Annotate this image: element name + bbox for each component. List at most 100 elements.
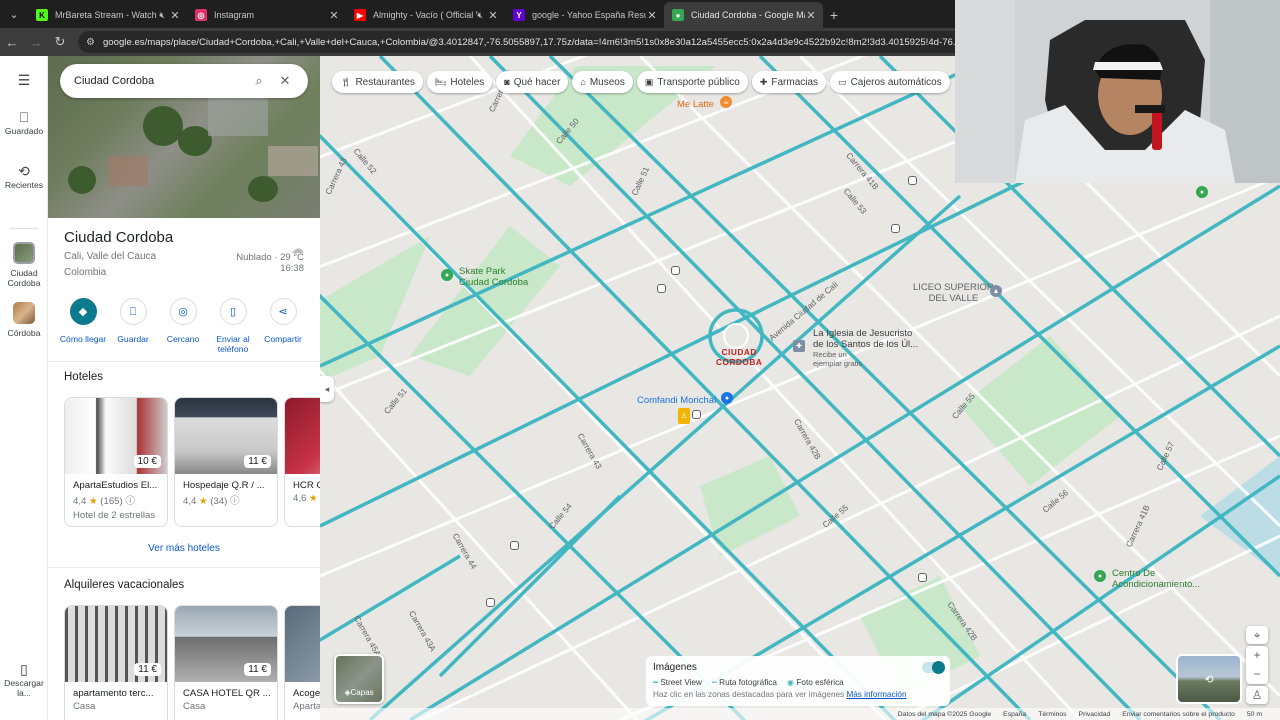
zoom-in-button[interactable]: + [1246,646,1268,665]
hotel-card[interactable]: HCR C 4,6 ★ [284,397,320,527]
share-button[interactable]: ⋖ Compartir [258,298,308,354]
recent-place-ciudad-cordoba[interactable]: Ciudad Cordoba [0,242,48,288]
region-link[interactable]: España [1003,711,1026,718]
rental-card[interactable]: 11 € CASA HOTEL QR ... Casa [174,605,278,720]
more-hotels-link[interactable]: Ver más hoteles [48,543,320,554]
place-thumbnail [13,302,35,324]
save-button[interactable]: ⎕ Guardar [108,298,158,354]
bookmark-icon: ⎕ [19,109,29,125]
tree [248,176,278,202]
action-label: Cercano [166,334,200,344]
menu-button[interactable]: ☰ [0,73,48,89]
action-label: Enviar al teléfono [216,334,250,354]
tab-instagram[interactable]: ◎ Instagram ✕ [187,2,346,28]
muted-icon[interactable]: 🔇︎ [159,10,165,21]
info-icon[interactable]: ⓘ [230,496,240,507]
new-tab-button[interactable]: + [823,2,845,28]
tab-yahoo[interactable]: Y google - Yahoo España Resultados ✕ [505,2,664,28]
reload-button[interactable]: ↻ [48,34,72,50]
rating-value: 4,4 [73,496,87,507]
park-pin-icon[interactable]: ● [441,269,453,281]
tree [178,126,212,156]
layers-button[interactable]: ◈ Capas [334,654,384,704]
hotel-card[interactable]: 11 € Hospedaje Q.R / ... 4,4 ★ (34) ⓘ [174,397,278,527]
bus-stop-icon[interactable] [510,541,519,550]
webcam-image [955,0,1280,183]
bus-stop-icon[interactable] [891,224,900,233]
rental-card[interactable]: 11 € apartamento terc... Casa [64,605,168,720]
close-icon[interactable]: ✕ [646,9,658,22]
close-icon[interactable]: ✕ [169,9,181,22]
collapse-panel-button[interactable]: ◂ [320,376,334,402]
forward-button[interactable]: → [24,35,48,50]
site-info-icon[interactable]: ⚙ [86,37,95,48]
chip-restaurants[interactable]: 🍴︎ Restaurantes [332,71,423,93]
poi-iglesia[interactable]: La Iglesia de Jesucristo de los Santos de… [813,328,918,368]
tab-google-maps[interactable]: ● Ciudad Cordoba - Google Maps ✕ [664,2,823,28]
hotel-card[interactable]: 10 € ApartaEstudios El... 4,4 ★ (165) ⓘ … [64,397,168,527]
info-icon[interactable]: ⓘ [125,496,135,507]
commerce-pin-icon[interactable]: ● [721,392,733,404]
close-icon[interactable]: ✕ [805,9,817,22]
bus-stop-icon[interactable] [671,266,680,275]
recent-place-cordoba[interactable]: Córdoba [0,302,48,338]
bus-stop-icon[interactable] [657,284,666,293]
street-view-thumbnail[interactable]: ⟲ [1176,654,1242,704]
bus-stop-icon[interactable] [908,176,917,185]
terms-link[interactable]: Términos [1038,711,1066,718]
nearby-button[interactable]: ◎ Cercano [158,298,208,354]
rental-card[interactable]: Acoge Aparta [284,605,320,720]
feedback-link[interactable]: Enviar comentarios sobre el producto [1122,711,1235,718]
action-label: Compartir [264,334,302,344]
chip-museums[interactable]: ⌂ Museos [572,71,633,93]
review-count: (34) [210,496,228,507]
poi-label[interactable]: Comfandi Morichal [637,395,716,406]
chip-atms[interactable]: ▭ Cajeros automáticos [830,71,950,93]
bus-stop-icon[interactable] [918,573,927,582]
bus-stop-icon[interactable] [692,410,701,419]
poi-centro[interactable]: Centro De Acondicionamiento... [1112,568,1200,590]
chip-hotels[interactable]: 🛏︎ Hoteles [426,71,493,93]
chip-transit[interactable]: ▣ Transporte público [636,71,748,93]
church-pin-icon[interactable]: ✚ [793,340,805,352]
back-button[interactable]: ← [0,35,24,50]
saved-button[interactable]: ⎕ Guardado [0,109,48,136]
close-icon[interactable]: ✕ [328,9,340,22]
more-info-link[interactable]: Más información [846,690,906,699]
tab-search-icon[interactable]: ⌄ [0,0,28,28]
url-field[interactable]: ⚙ google.es/maps/place/Ciudad+Cordoba,+C… [78,31,955,53]
close-icon[interactable]: ✕ [272,73,298,89]
search-icon[interactable]: ⌕ [246,73,272,89]
close-icon[interactable]: ✕ [487,9,499,22]
school-pin-icon[interactable]: ▲ [990,285,1002,297]
scale-bar[interactable]: 50 m [1247,711,1262,718]
poi-label[interactable]: Me Latte [677,99,714,110]
zoom-out-button[interactable]: − [1246,665,1268,684]
tab-youtube[interactable]: ▶ Almighty - Vacío ( Official Video 🔇︎ ✕ [346,2,505,28]
muted-icon[interactable]: 🔇︎ [477,10,483,21]
url-text: google.es/maps/place/Ciudad+Cordoba,+Cal… [102,36,955,48]
bus-stop-icon[interactable] [486,598,495,607]
recent-button[interactable]: ⟲ Recientes [0,164,48,190]
park-pin-icon[interactable]: ● [1196,186,1208,198]
imagery-toggle[interactable] [922,661,945,674]
search-box[interactable]: Ciudad Cordoba ⌕ ✕ [60,64,308,98]
poi-label: de los Santos de los Úl... [813,339,919,350]
privacy-link[interactable]: Privacidad [1079,711,1111,718]
place-name-label[interactable]: CIUDAD CORDOBA [716,347,762,367]
my-location-button[interactable]: ⌖ [1246,626,1268,644]
poi-liceo[interactable]: LICEO SUPERIOR DEL VALLE [913,282,994,304]
directions-button[interactable]: ◆ Cómo llegar [58,298,108,354]
poi-skate-park[interactable]: Skate Park Ciudad Cordoba [459,266,528,288]
chip-pharmacies[interactable]: ✚ Farmacias [751,71,827,93]
cafe-pin-icon[interactable]: ☕︎ [720,96,732,108]
send-to-phone-button[interactable]: ▯ Enviar al teléfono [208,298,258,354]
download-app-button[interactable]: ▯ Descargar la... [0,662,48,698]
chip-things-to-do[interactable]: ◙ Qué hacer [496,71,569,93]
pegman-button[interactable]: ♙ [1246,686,1268,704]
pegman-icon[interactable]: ♙ [678,408,690,424]
gym-pin-icon[interactable]: ● [1094,570,1106,582]
tab-mrbareta[interactable]: K MrBareta Stream - Watch Li 🔇︎ ✕ [28,2,187,28]
rental-name: Acoge [293,688,320,699]
search-input[interactable]: Ciudad Cordoba [74,75,246,87]
